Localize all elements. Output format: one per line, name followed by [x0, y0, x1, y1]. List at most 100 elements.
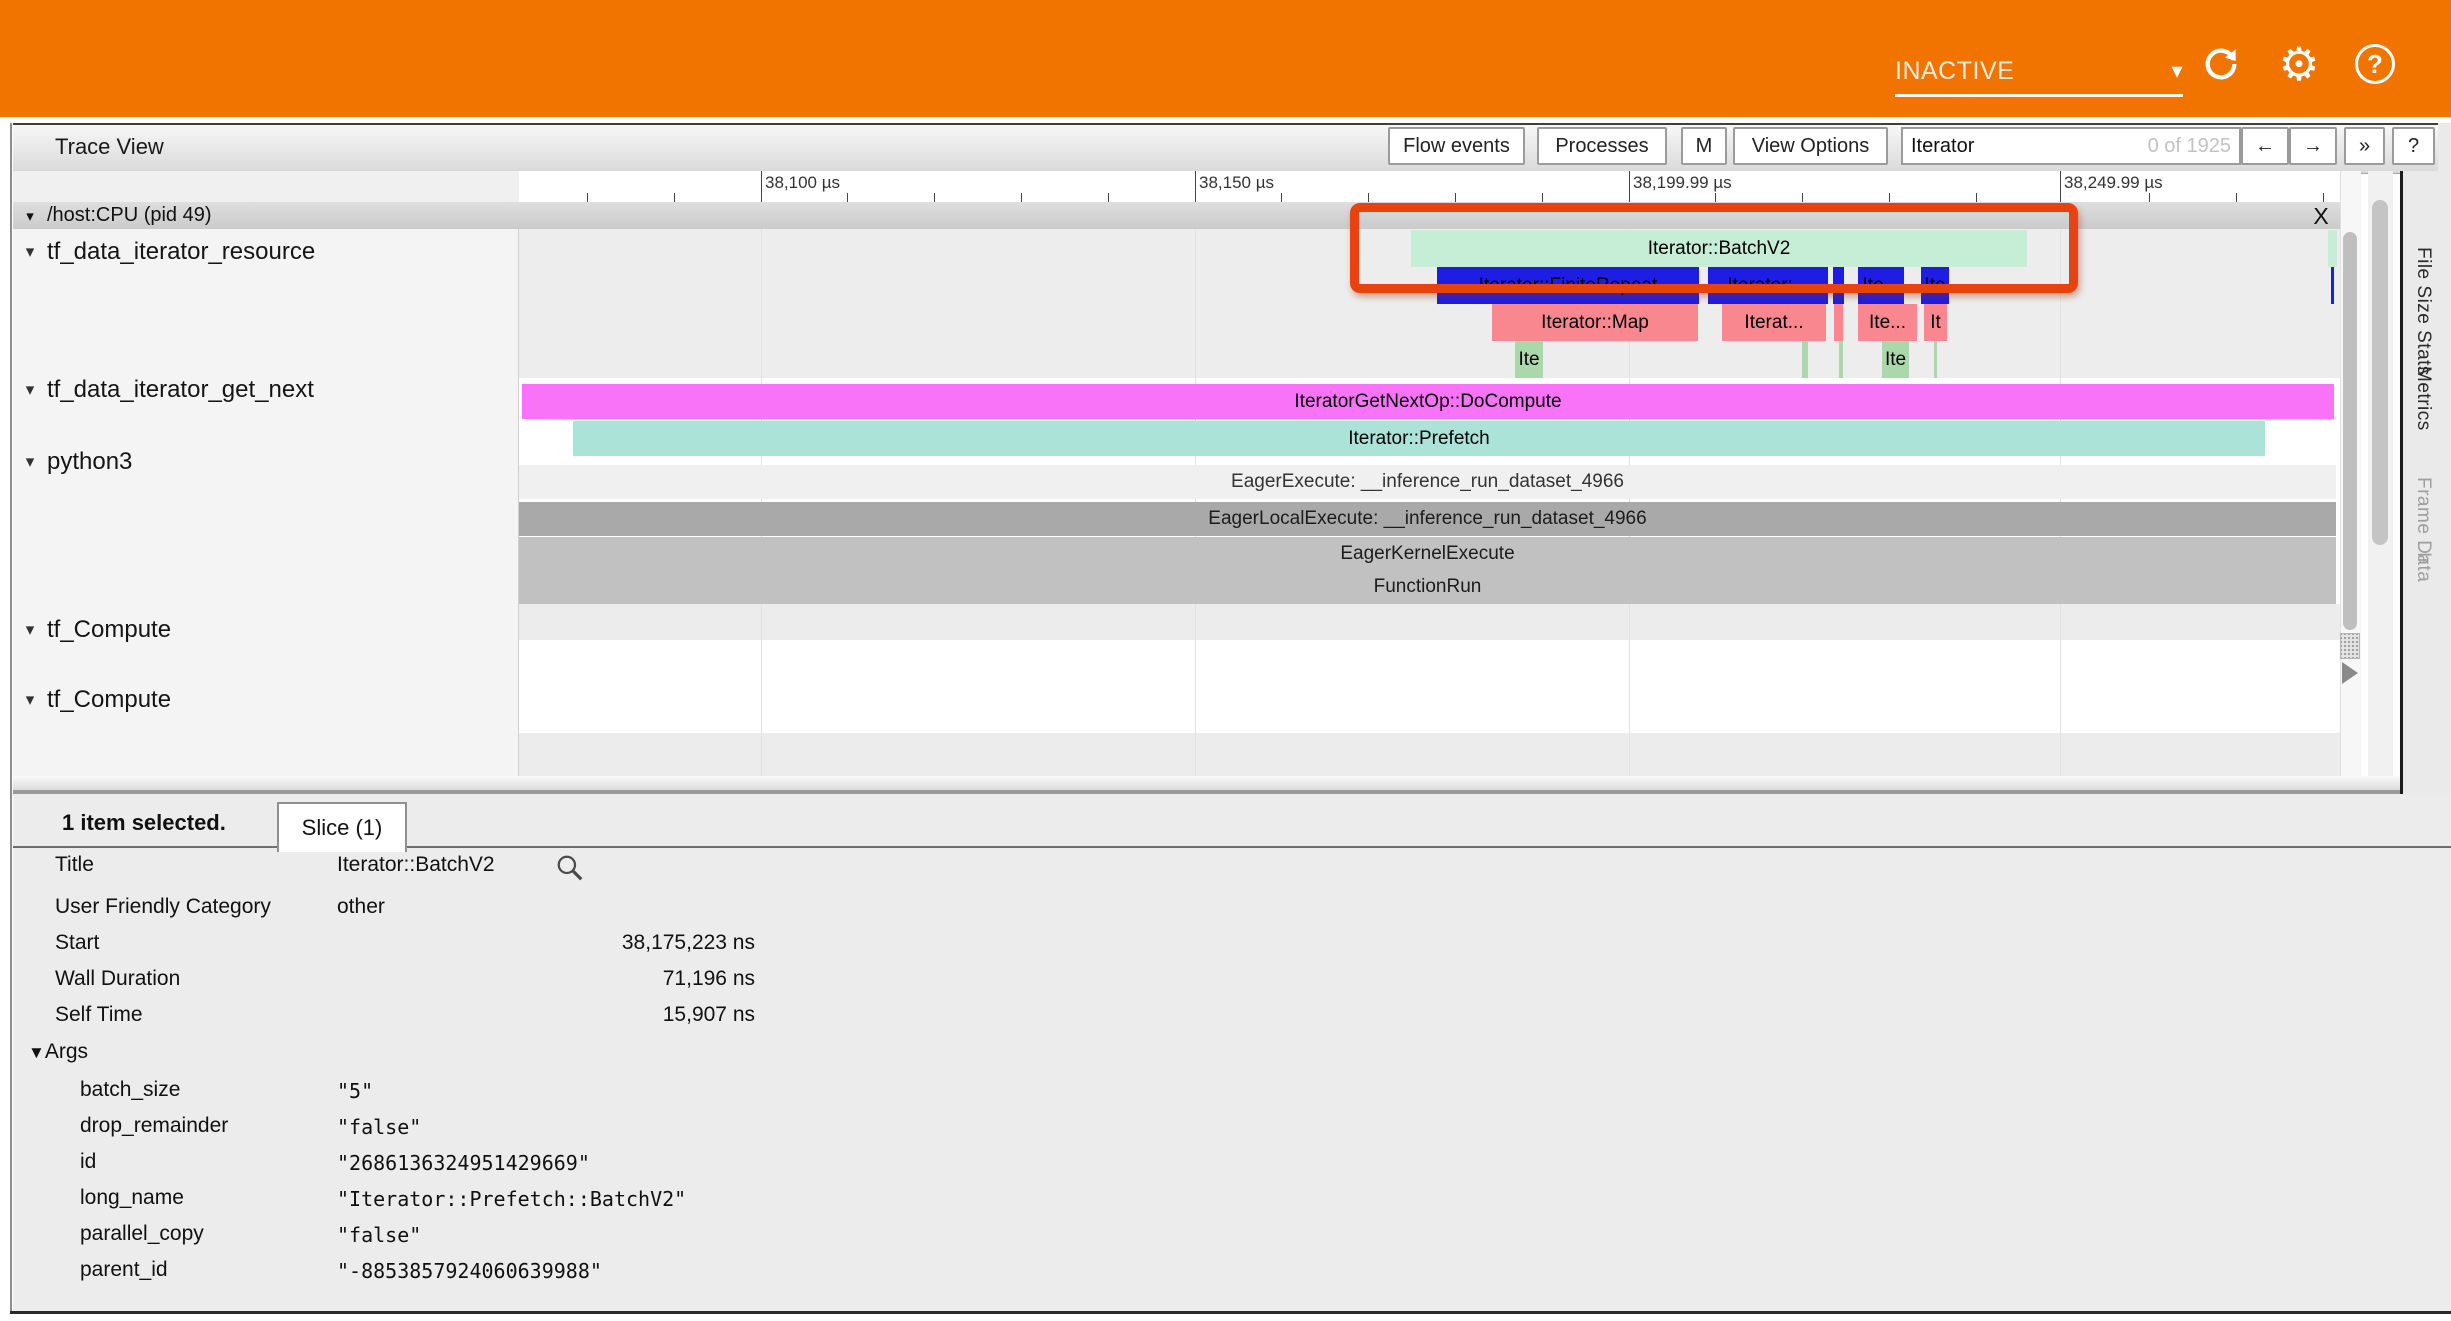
sidebar-tab-metrics[interactable]: Metrics: [2412, 366, 2434, 431]
ruler-minor-tick: [1108, 193, 1109, 202]
process-header-label: /host:CPU (pid 49): [47, 204, 212, 227]
magnifier-icon-svg: [555, 853, 585, 883]
trace-event[interactable]: [1839, 341, 1843, 378]
trace-event[interactable]: It: [1924, 304, 1947, 341]
track-label-tf-Compute[interactable]: ▾tf_Compute: [13, 612, 519, 648]
toolbar-nav-next-match[interactable]: →: [2289, 127, 2337, 165]
trace-event[interactable]: [2328, 230, 2337, 267]
trace-event[interactable]: [2331, 267, 2334, 304]
toolbar-nav-prev-match[interactable]: ←: [2241, 127, 2289, 165]
ruler-minor-tick: [1802, 193, 1803, 202]
toolbar-nav-expand[interactable]: »: [2344, 127, 2385, 165]
ruler-minor-tick: [674, 193, 675, 202]
magnifier-icon[interactable]: [555, 853, 585, 883]
splitter-arrow-icon[interactable]: [2342, 662, 2358, 684]
track-label-tf-Compute[interactable]: ▾tf_Compute: [13, 682, 519, 718]
trace-event[interactable]: [1834, 304, 1843, 341]
trace-event[interactable]: Ite: [1921, 267, 1949, 304]
toolbar-button-flow-events[interactable]: Flow events: [1388, 127, 1525, 165]
detail-field-value: other: [337, 895, 385, 919]
help-icon[interactable]: ?: [2355, 44, 2395, 84]
collapse-triangle-icon[interactable]: ▾: [13, 620, 47, 640]
collapse-triangle-icon[interactable]: ▾: [13, 380, 47, 400]
args-header-label: Args: [45, 1040, 88, 1063]
track-label-tf-data-iterator-get-next[interactable]: ▾tf_data_iterator_get_next: [13, 372, 519, 408]
process-header-row[interactable]: ▾ /host:CPU (pid 49): [13, 202, 2340, 231]
tab-slice-label: Slice (1): [302, 815, 383, 841]
trace-event[interactable]: EagerLocalExecute: __inference_run_datas…: [519, 502, 2336, 536]
detail-field-label: Start: [55, 931, 99, 955]
close-icon[interactable]: X: [2306, 203, 2336, 229]
collapse-triangle-icon[interactable]: ▾: [13, 242, 47, 262]
collapse-triangle-icon[interactable]: ▾: [13, 452, 47, 472]
gear-icon[interactable]: ⚙: [2276, 38, 2322, 90]
outer-vscrollbar-thumb[interactable]: [2372, 200, 2388, 545]
arg-value: "Iterator::Prefetch::BatchV2": [337, 1187, 686, 1211]
detail-field-value: 38,175,223 ns: [337, 931, 755, 955]
selection-status: 1 item selected.: [62, 810, 226, 836]
trace-event[interactable]: Iterator::Map: [1492, 304, 1698, 341]
collapse-triangle-icon[interactable]: ▾: [13, 690, 47, 710]
trace-event[interactable]: Ite...: [1858, 304, 1917, 341]
trace-event[interactable]: [1833, 267, 1844, 304]
arg-value: "false": [337, 1115, 421, 1139]
ruler-minor-tick: [1715, 193, 1716, 202]
toolbar-nav-help[interactable]: ?: [2392, 127, 2435, 165]
trace-event[interactable]: [1802, 341, 1808, 378]
trace-event[interactable]: [1934, 341, 1937, 378]
arg-value: "2686136324951429669": [337, 1151, 590, 1175]
sidebar-tab-file-size-stats[interactable]: File Size Stats: [2412, 247, 2434, 376]
trace-event[interactable]: FunctionRun: [519, 570, 2336, 604]
detail-field-label: User Friendly Category: [55, 895, 271, 919]
window-left-border: [10, 123, 12, 1313]
timeline-row-stripe: [519, 604, 2340, 640]
trace-event[interactable]: Iterator::BatchV2: [1411, 230, 2027, 267]
ruler-minor-tick: [1281, 193, 1282, 202]
sidebar-tab-ir[interactable]: Ir: [2412, 552, 2434, 565]
inner-vscrollbar-thumb[interactable]: [2343, 232, 2357, 630]
app-header-bar: INACTIVE ▾ ⚙ ?: [0, 0, 2451, 117]
gear-glyph: ⚙: [2278, 37, 2319, 91]
track-label-text: tf_Compute: [47, 616, 171, 644]
track-label-tf-data-iterator-resource[interactable]: ▾tf_data_iterator_resource: [13, 234, 519, 270]
trace-event[interactable]: Ite...: [1858, 267, 1904, 304]
refresh-icon[interactable]: [2200, 43, 2242, 85]
trace-event[interactable]: Ite: [1882, 341, 1909, 378]
trace-event[interactable]: EagerExecute: __inference_run_dataset_49…: [519, 465, 2336, 499]
trace-event[interactable]: Iterator::Prefetch: [573, 421, 2265, 456]
arg-key: drop_remainder: [80, 1114, 228, 1138]
trace-event[interactable]: Ite: [1515, 341, 1543, 378]
arg-value: "-8853857924060639988": [337, 1259, 602, 1283]
args-collapse-icon[interactable]: ▼: [28, 1043, 45, 1062]
ruler-minor-tick: [2149, 193, 2150, 202]
resize-grip[interactable]: [2340, 633, 2360, 659]
ruler-minor-tick: [1976, 193, 1977, 202]
detail-field-value: 15,907 ns: [337, 1003, 755, 1027]
track-label-python3[interactable]: ▾python3: [13, 444, 519, 480]
ruler-tick-label: 38,249.99 µs: [2064, 173, 2163, 193]
args-section-header[interactable]: ▼Args: [28, 1040, 88, 1064]
toolbar-button-processes[interactable]: Processes: [1537, 127, 1667, 165]
horizontal-scrollbar[interactable]: [13, 776, 2451, 790]
arg-key: parallel_copy: [80, 1222, 204, 1246]
trace-event[interactable]: Iterator:...: [1708, 267, 1828, 304]
trace-event[interactable]: Iterat...: [1722, 304, 1826, 341]
trace-event[interactable]: EagerKernelExecute: [519, 537, 2336, 570]
ruler-minor-tick: [1455, 193, 1456, 202]
toolbar-button-view-options[interactable]: View Options: [1733, 127, 1888, 165]
arg-key: long_name: [80, 1186, 184, 1210]
trace-event[interactable]: Iterator::FiniteRepeat: [1437, 267, 1699, 304]
collapse-triangle-icon[interactable]: ▾: [13, 207, 47, 225]
detail-field-label: Self Time: [55, 1003, 143, 1027]
ruler-minor-tick: [587, 193, 588, 202]
trace-event[interactable]: IteratorGetNextOp::DoCompute: [522, 384, 2334, 419]
search-input[interactable]: Iterator 0 of 1925: [1901, 127, 2241, 165]
tab-slice[interactable]: Slice (1): [277, 802, 407, 852]
capture-status-dropdown[interactable]: INACTIVE ▾: [1895, 48, 2183, 97]
sidebar-tab-frame-data[interactable]: Frame Data: [2412, 477, 2434, 582]
track-label-text: tf_data_iterator_resource: [47, 238, 315, 266]
toolbar-button-m[interactable]: M: [1681, 127, 1727, 165]
help-glyph: ?: [2367, 49, 2383, 80]
timeline-ruler[interactable]: 38,100 µs38,150 µs38,199.99 µs38,249.99 …: [519, 171, 2340, 202]
chevron-down-icon: ▾: [2171, 58, 2183, 84]
